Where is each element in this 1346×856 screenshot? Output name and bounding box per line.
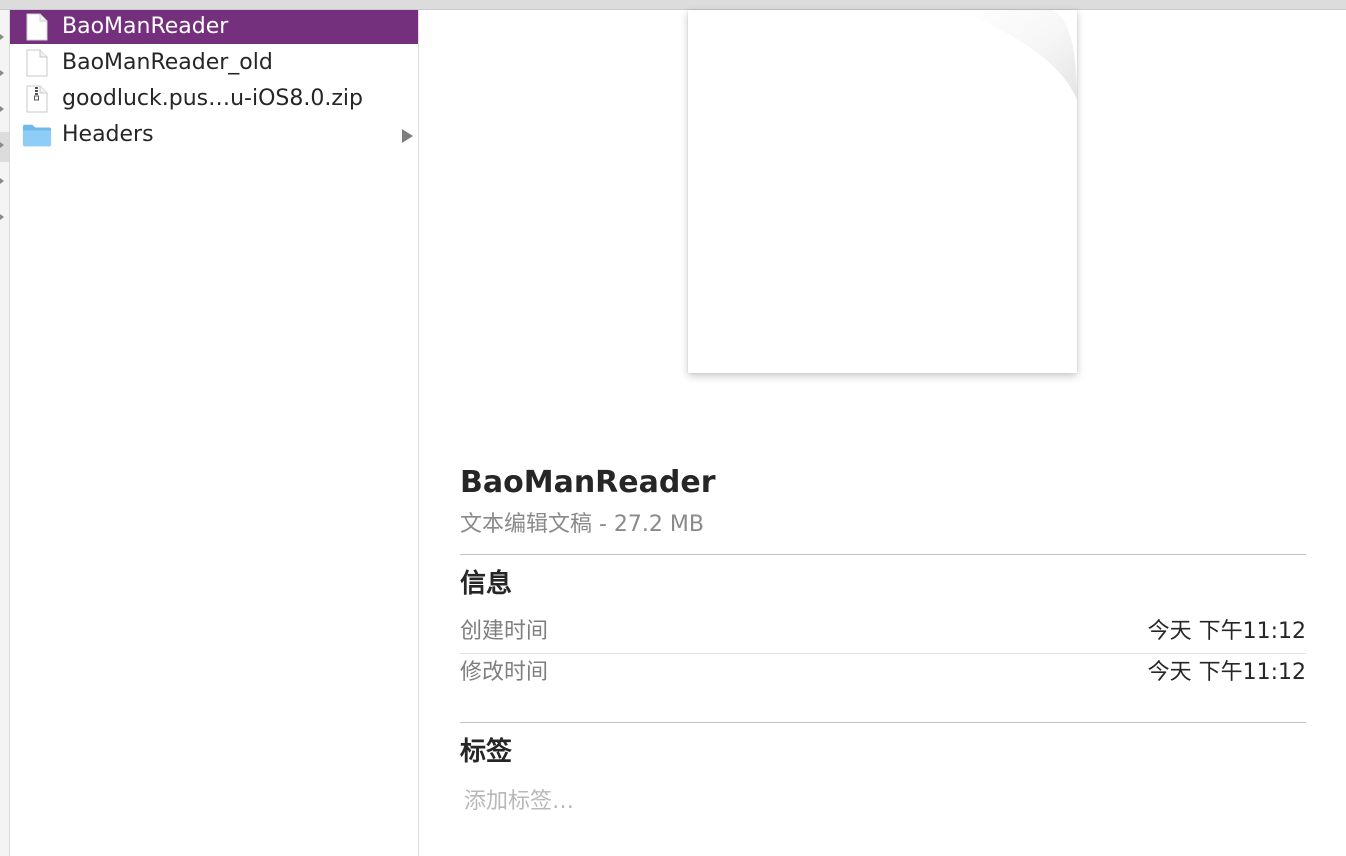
preview-subtitle: 文本编辑文稿 - 27.2 MB [460, 512, 704, 537]
disclosure-arrow-icon[interactable] [0, 34, 4, 40]
disclosure-arrow-icon[interactable] [0, 178, 4, 184]
file-name: Headers [62, 122, 154, 147]
document-icon [22, 12, 52, 42]
tags-section-title: 标签 [460, 737, 513, 767]
file-row-headers-folder[interactable]: Headers [10, 118, 418, 152]
disclosure-arrow-icon[interactable] [0, 70, 4, 76]
disclosure-arrow-icon[interactable] [402, 129, 413, 143]
add-tags-field[interactable]: 添加标签… [460, 781, 1306, 823]
file-row-baomanreader[interactable]: BaoManReader [10, 10, 418, 44]
column-divider[interactable] [418, 10, 419, 856]
info-label: 修改时间 [460, 660, 549, 685]
disclosure-arrow-icon[interactable] [0, 142, 4, 148]
info-label: 创建时间 [460, 619, 549, 644]
document-icon [22, 48, 52, 78]
info-section-title: 信息 [460, 569, 513, 599]
info-row-created: 创建时间 今天 下午11:12 [460, 613, 1306, 653]
file-name: BaoManReader_old [62, 50, 273, 75]
folder-icon [22, 120, 52, 150]
info-row-modified: 修改时间 今天 下午11:12 [460, 654, 1306, 694]
finder-window: BaoManReader BaoManReader_old goodluck.p… [0, 0, 1346, 856]
info-value: 今天 下午11:12 [1147, 619, 1306, 644]
preview-title: BaoManReader [460, 465, 716, 500]
disclosure-arrow-icon[interactable] [0, 106, 4, 112]
file-row-baomanreader-old[interactable]: BaoManReader_old [10, 46, 418, 80]
disclosure-arrow-icon[interactable] [0, 214, 4, 220]
file-name: goodluck.pus…u-iOS8.0.zip [62, 86, 363, 111]
previous-column[interactable] [0, 10, 10, 856]
info-value: 今天 下午11:12 [1147, 660, 1306, 685]
file-name: BaoManReader [62, 14, 229, 39]
toolbar-edge [0, 0, 1346, 10]
preview-info: BaoManReader 文本编辑文稿 - 27.2 MB 信息 创建时间 今天… [460, 460, 1306, 823]
zip-archive-icon [22, 84, 52, 114]
file-row-zip[interactable]: goodluck.pus…u-iOS8.0.zip [10, 82, 418, 116]
page-curl-icon [957, 10, 1077, 100]
preview-thumbnail [688, 10, 1077, 373]
file-list-column: BaoManReader BaoManReader_old goodluck.p… [10, 10, 418, 856]
